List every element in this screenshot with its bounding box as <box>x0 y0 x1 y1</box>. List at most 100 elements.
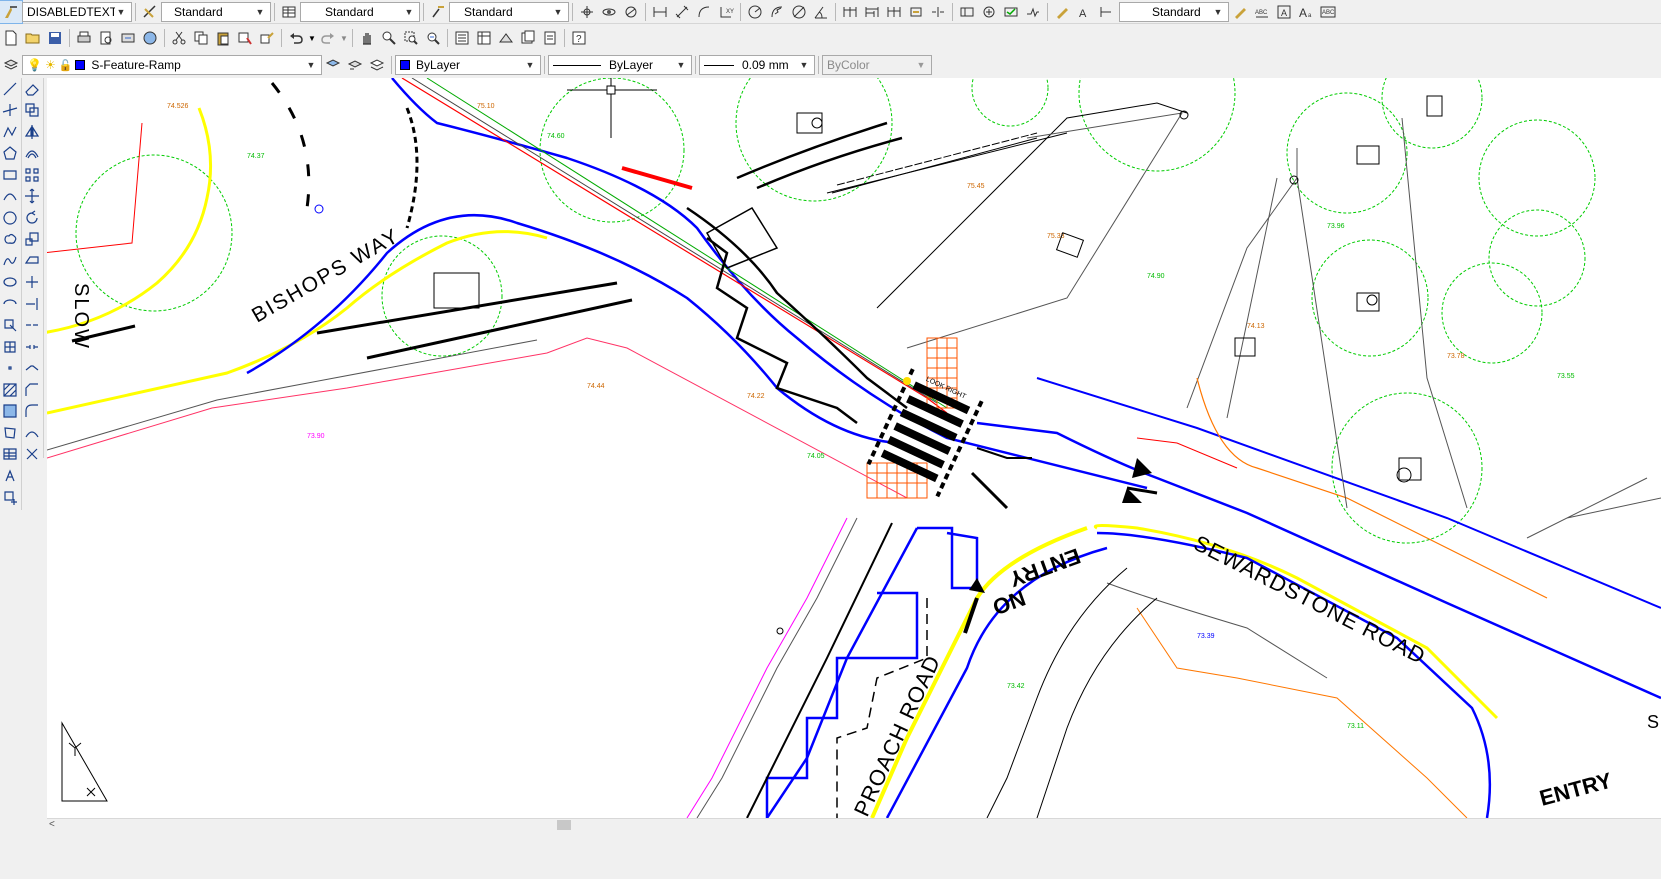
dimension-space-icon[interactable] <box>905 1 927 23</box>
tolerance-icon[interactable] <box>956 1 978 23</box>
explode-icon[interactable] <box>22 444 42 465</box>
help-icon[interactable]: ? <box>568 27 590 49</box>
join-icon[interactable] <box>22 358 42 379</box>
text-style-select[interactable]: DISABLEDTEXT ▼ <box>22 1 132 22</box>
multileader-style-icon[interactable] <box>427 1 449 23</box>
ucs-icon[interactable] <box>576 1 598 23</box>
properties-icon[interactable] <box>451 27 473 49</box>
array-icon[interactable] <box>22 164 42 185</box>
mirror-icon[interactable] <box>22 121 42 142</box>
zoom-previous-icon[interactable] <box>422 27 444 49</box>
sheet-set-icon[interactable] <box>517 27 539 49</box>
find-replace-icon[interactable]: ABC <box>1317 1 1339 23</box>
blend-icon[interactable] <box>22 422 42 443</box>
match-properties-icon[interactable] <box>234 27 256 49</box>
trim-icon[interactable] <box>22 272 42 293</box>
cad-drawing[interactable]: LOOK RIGHT 74.526 74.37 75.10 74.60 75.4… <box>47 78 1661 818</box>
table-style-select[interactable]: Standard ▼ <box>300 1 420 22</box>
ordinate-dimension-icon[interactable]: XY <box>715 1 737 23</box>
zoom-window-icon[interactable] <box>400 27 422 49</box>
multileader-style-select[interactable]: Standard ▼ <box>449 1 569 22</box>
diameter-dimension-icon[interactable] <box>788 1 810 23</box>
annotation-style-select[interactable]: Standard ▼ <box>1119 1 1229 22</box>
redo-dropdown-icon[interactable]: ▼ <box>339 27 349 49</box>
table-icon[interactable] <box>0 444 20 465</box>
aligned-dimension-icon[interactable] <box>671 1 693 23</box>
layer-previous-icon[interactable] <box>344 54 366 76</box>
dimension-edit-icon[interactable] <box>1051 1 1073 23</box>
jogged-linear-icon[interactable] <box>1022 1 1044 23</box>
cut-icon[interactable] <box>168 27 190 49</box>
make-block-icon[interactable] <box>0 336 20 357</box>
construction-line-icon[interactable] <box>0 100 20 121</box>
text-frame-icon[interactable]: A <box>1273 1 1295 23</box>
make-current-layer-icon[interactable] <box>322 54 344 76</box>
orbit-icon[interactable] <box>598 1 620 23</box>
redo-icon[interactable] <box>317 27 339 49</box>
arc-icon[interactable] <box>0 186 20 207</box>
extend-icon[interactable] <box>22 293 42 314</box>
spell-check-icon[interactable]: ABC <box>1251 1 1273 23</box>
revision-cloud-icon[interactable] <box>0 229 20 250</box>
tool-palettes-icon[interactable] <box>495 27 517 49</box>
lineweight-select[interactable]: 0.09 mm ▼ <box>699 55 815 75</box>
jogged-dimension-icon[interactable] <box>766 1 788 23</box>
erase-icon[interactable] <box>22 78 42 99</box>
free-orbit-icon[interactable] <box>620 1 642 23</box>
horizontal-scrollbar[interactable]: < <box>47 818 1661 830</box>
baseline-dimension-icon[interactable] <box>861 1 883 23</box>
markup-set-icon[interactable] <box>539 27 561 49</box>
linetype-select[interactable]: ByLayer ▼ <box>548 55 692 75</box>
spline-icon[interactable] <box>0 250 20 271</box>
multiline-text-icon[interactable] <box>0 465 20 486</box>
layer-select[interactable]: 💡 ☀ 🔓 S-Feature-Ramp ▼ <box>22 55 322 75</box>
inspection-icon[interactable] <box>1000 1 1022 23</box>
open-folder-icon[interactable] <box>22 27 44 49</box>
polygon-icon[interactable] <box>0 143 20 164</box>
scroll-left-icon[interactable]: < <box>49 819 55 830</box>
point-icon[interactable] <box>0 358 20 379</box>
continue-dimension-icon[interactable] <box>883 1 905 23</box>
pan-icon[interactable] <box>356 27 378 49</box>
dimension-style-select[interactable]: Standard ▼ <box>161 1 271 22</box>
design-center-icon[interactable] <box>473 27 495 49</box>
color-select[interactable]: ByLayer ▼ <box>395 55 541 75</box>
insert-block-icon[interactable] <box>0 315 20 336</box>
gradient-icon[interactable] <box>0 401 20 422</box>
ellipse-arc-icon[interactable] <box>0 293 20 314</box>
zoom-realtime-icon[interactable] <box>378 27 400 49</box>
text-edit-icon[interactable] <box>1229 1 1251 23</box>
region-icon[interactable] <box>0 422 20 443</box>
move-icon[interactable] <box>22 186 42 207</box>
fillet-icon[interactable] <box>22 401 42 422</box>
linear-dimension-icon[interactable] <box>649 1 671 23</box>
break-at-point-icon[interactable] <box>22 315 42 336</box>
quick-dimension-icon[interactable] <box>839 1 861 23</box>
undo-icon[interactable] <box>285 27 307 49</box>
radius-dimension-icon[interactable] <box>744 1 766 23</box>
stretch-icon[interactable] <box>22 250 42 271</box>
print-icon[interactable] <box>73 27 95 49</box>
new-file-icon[interactable] <box>0 27 22 49</box>
copy-icon[interactable] <box>190 27 212 49</box>
circle-icon[interactable] <box>0 207 20 228</box>
paste-icon[interactable] <box>212 27 234 49</box>
hatch-icon[interactable] <box>0 379 20 400</box>
text-style-icon[interactable] <box>0 0 23 24</box>
break-icon[interactable] <box>22 336 42 357</box>
text-scale-icon[interactable]: Aa <box>1295 1 1317 23</box>
plot-preview-icon[interactable] <box>95 27 117 49</box>
center-mark-icon[interactable] <box>978 1 1000 23</box>
save-icon[interactable] <box>44 27 66 49</box>
scrollbar-thumb[interactable] <box>557 820 571 830</box>
block-editor-icon[interactable] <box>256 27 278 49</box>
rectangle-icon[interactable] <box>0 164 20 185</box>
scale-icon[interactable] <box>22 229 42 250</box>
layer-properties-icon[interactable] <box>0 54 22 76</box>
dimension-update-icon[interactable] <box>1095 1 1117 23</box>
add-selected-icon[interactable] <box>0 487 20 508</box>
drawing-canvas[interactable]: LOOK RIGHT 74.526 74.37 75.10 74.60 75.4… <box>47 78 1661 818</box>
ellipse-icon[interactable] <box>0 272 20 293</box>
rotate-icon[interactable] <box>22 207 42 228</box>
layer-states-icon[interactable] <box>366 54 388 76</box>
